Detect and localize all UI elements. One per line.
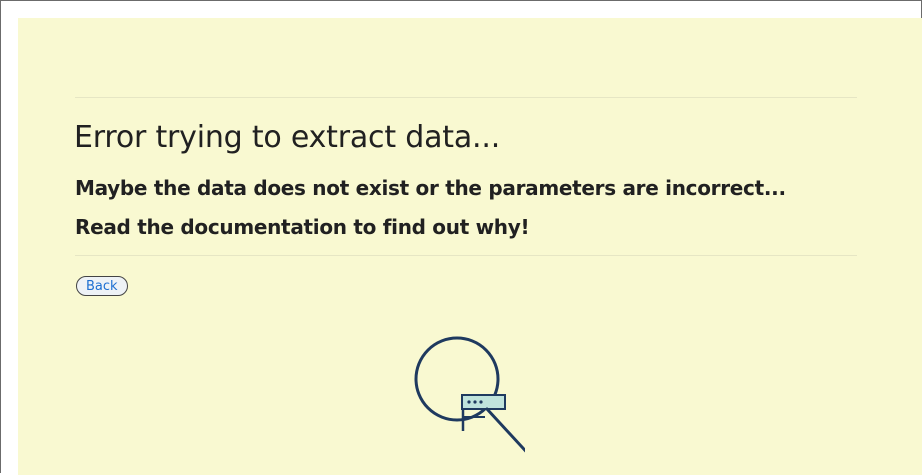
window-frame: Error trying to extract data... Maybe th… [0,0,922,475]
error-panel: Error trying to extract data... Maybe th… [18,18,922,475]
divider-top [75,97,857,98]
error-message-line2: Read the documentation to find out why! [75,215,530,239]
divider-bottom [75,255,857,256]
page-title: Error trying to extract data... [74,120,501,155]
browser-window-icon [461,394,506,431]
magnifier-search-icon [414,336,525,453]
back-button[interactable]: Back [76,276,128,296]
error-message-line1: Maybe the data does not exist or the par… [75,176,786,200]
